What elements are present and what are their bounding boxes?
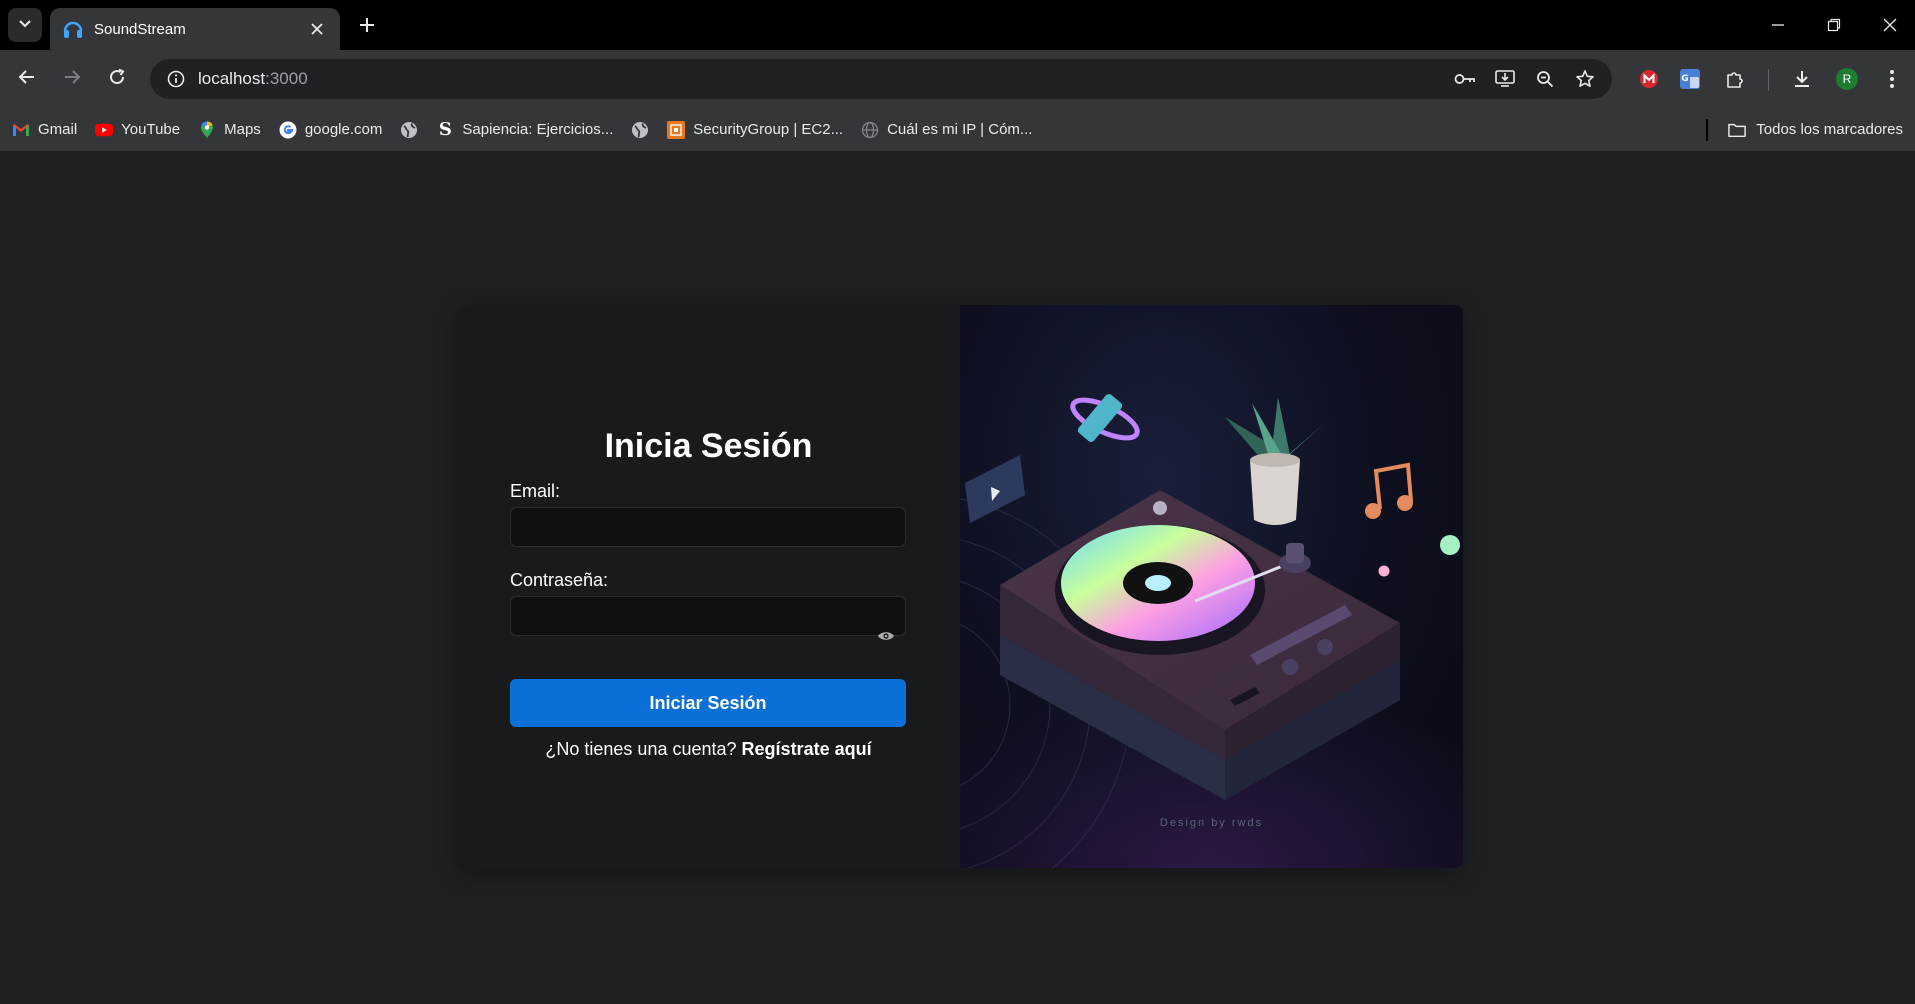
globe-icon bbox=[861, 121, 879, 139]
bubble-icon bbox=[1440, 535, 1460, 555]
design-credit: Design by rwds bbox=[1159, 817, 1264, 829]
login-card: Inicia Sesión Email: Contraseña: Iniciar… bbox=[457, 305, 1463, 868]
bookmark-sapiencia[interactable]: S Sapiencia: Ejercicios... bbox=[436, 119, 613, 140]
floating-ring-icon bbox=[1070, 394, 1140, 442]
play-card-icon bbox=[965, 455, 1025, 523]
page-title: Inicia Sesión bbox=[604, 427, 813, 465]
maps-icon bbox=[198, 120, 216, 139]
sapiencia-icon: S bbox=[438, 119, 452, 140]
profile-avatar[interactable]: R bbox=[1830, 62, 1864, 96]
address-bar[interactable]: localhost:3000 bbox=[150, 59, 1612, 99]
bookmark-globe-1[interactable] bbox=[400, 121, 418, 139]
all-bookmarks-button[interactable]: Todos los marcadores bbox=[1728, 108, 1903, 151]
login-button[interactable]: Iniciar Sesión bbox=[510, 679, 906, 727]
email-label: Email: bbox=[510, 481, 561, 501]
register-prompt-text: ¿No tienes una cuenta? bbox=[545, 739, 737, 759]
download-icon[interactable] bbox=[1785, 62, 1819, 96]
bookmark-securitygroup[interactable]: SecurityGroup | EC2... bbox=[667, 120, 843, 139]
new-tab-button[interactable] bbox=[352, 10, 382, 40]
browser-toolbar: localhost:3000 G R bbox=[0, 50, 1915, 108]
info-icon[interactable] bbox=[154, 59, 198, 99]
plant-icon bbox=[1225, 397, 1325, 525]
reload-button[interactable] bbox=[100, 62, 134, 96]
bookmarks-bar: Gmail YouTube Maps google.com S Sapienci… bbox=[0, 108, 1915, 151]
reload-icon bbox=[108, 68, 126, 91]
register-link[interactable]: Regístrate aquí bbox=[742, 739, 872, 759]
aws-icon bbox=[667, 120, 686, 139]
google-icon bbox=[279, 121, 297, 139]
menu-icon[interactable] bbox=[1875, 62, 1909, 96]
tab-strip: SoundStream bbox=[0, 0, 1915, 50]
music-note-icon bbox=[1365, 462, 1413, 519]
bookmark-gmail[interactable]: Gmail bbox=[12, 121, 77, 139]
headphones-icon bbox=[62, 18, 84, 40]
mega-extension-icon[interactable] bbox=[1632, 62, 1666, 96]
tab-search-button[interactable] bbox=[8, 8, 42, 42]
toolbar-divider bbox=[1768, 69, 1769, 91]
close-window-button[interactable] bbox=[1862, 0, 1915, 50]
bookmark-google[interactable]: google.com bbox=[279, 121, 382, 139]
svg-text:G: G bbox=[1681, 74, 1688, 84]
translate-extension-icon[interactable]: G bbox=[1673, 62, 1707, 96]
star-icon[interactable] bbox=[1568, 62, 1602, 96]
chevron-down-icon bbox=[18, 16, 32, 35]
turntable-illustration: Design by rwds bbox=[960, 305, 1463, 868]
puzzle-icon[interactable] bbox=[1718, 62, 1752, 96]
arrow-right-icon bbox=[63, 68, 81, 91]
profile-initial: R bbox=[1842, 72, 1852, 86]
close-icon[interactable] bbox=[306, 18, 328, 40]
back-button[interactable] bbox=[10, 62, 44, 96]
install-app-icon[interactable] bbox=[1488, 62, 1522, 96]
email-field[interactable] bbox=[510, 507, 906, 547]
tab-soundstream[interactable]: SoundStream bbox=[50, 8, 340, 50]
bookmark-cual-es-mi-ip[interactable]: Cuál es mi IP | Cóm... bbox=[861, 121, 1032, 139]
restore-button[interactable] bbox=[1806, 0, 1862, 50]
bookmark-youtube[interactable]: YouTube bbox=[95, 121, 180, 139]
illustration-art bbox=[960, 394, 1463, 868]
password-field[interactable] bbox=[510, 596, 906, 636]
register-prompt: ¿No tienes una cuenta? Regístrate aquí bbox=[457, 739, 960, 760]
arrow-left-icon bbox=[18, 68, 36, 91]
eye-icon[interactable] bbox=[875, 625, 897, 647]
gmail-icon bbox=[12, 121, 30, 139]
globe-icon bbox=[631, 121, 649, 139]
login-form-panel: Inicia Sesión Email: Contraseña: Iniciar… bbox=[457, 305, 960, 868]
zoom-icon[interactable] bbox=[1528, 62, 1562, 96]
page-viewport: Inicia Sesión Email: Contraseña: Iniciar… bbox=[0, 151, 1915, 1004]
url-text[interactable]: localhost:3000 bbox=[198, 69, 308, 89]
tab-title: SoundStream bbox=[94, 20, 186, 38]
minimize-button[interactable] bbox=[1750, 0, 1806, 50]
globe-icon bbox=[400, 121, 418, 139]
folder-icon bbox=[1728, 121, 1747, 139]
bookmark-maps[interactable]: Maps bbox=[198, 120, 261, 139]
youtube-icon bbox=[95, 121, 114, 139]
bubble-icon bbox=[1378, 565, 1390, 577]
forward-button[interactable] bbox=[55, 62, 89, 96]
bookmark-globe-2[interactable] bbox=[631, 121, 649, 139]
password-label: Contraseña: bbox=[510, 570, 609, 590]
key-icon[interactable] bbox=[1448, 62, 1482, 96]
bookmarks-divider bbox=[1706, 119, 1708, 141]
omnibox-actions bbox=[1448, 59, 1602, 99]
